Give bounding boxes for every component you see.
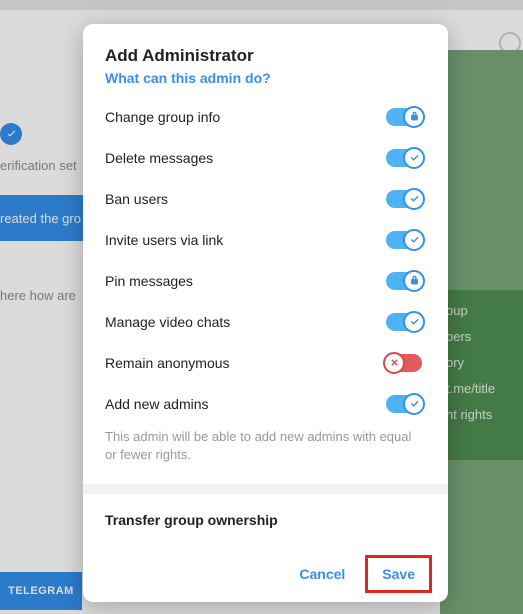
check-icon xyxy=(403,188,425,210)
permission-note: This admin will be able to add new admin… xyxy=(105,424,444,478)
permission-list: Change group info Delete messages Ban user… xyxy=(83,96,448,546)
permission-row: Change group info xyxy=(105,96,444,137)
save-button[interactable]: Save xyxy=(370,560,427,588)
divider xyxy=(83,484,448,494)
check-icon xyxy=(403,393,425,415)
permission-toggle[interactable] xyxy=(386,108,422,126)
save-highlight: Save xyxy=(365,555,432,593)
permission-toggle[interactable] xyxy=(386,149,422,167)
permission-label: Change group info xyxy=(105,109,220,125)
permission-label: Manage video chats xyxy=(105,314,230,330)
permission-toggle[interactable] xyxy=(386,313,422,331)
lock-icon xyxy=(403,270,425,292)
cancel-button[interactable]: Cancel xyxy=(285,558,359,590)
modal-subtitle[interactable]: What can this admin do? xyxy=(105,70,426,86)
permission-toggle[interactable] xyxy=(386,272,422,290)
permission-label: Ban users xyxy=(105,191,168,207)
check-icon xyxy=(403,229,425,251)
modal-title: Add Administrator xyxy=(105,46,426,66)
permission-row: Delete messages xyxy=(105,137,444,178)
permission-row: Manage video chats xyxy=(105,301,444,342)
check-icon xyxy=(403,147,425,169)
permission-row: Pin messages xyxy=(105,260,444,301)
x-icon xyxy=(383,352,405,374)
permission-label: Add new admins xyxy=(105,396,209,412)
permission-toggle[interactable] xyxy=(386,354,422,372)
permission-row: Remain anonymous xyxy=(105,342,444,383)
transfer-ownership-button[interactable]: Transfer group ownership xyxy=(105,494,444,546)
permission-row: Ban users xyxy=(105,178,444,219)
lock-icon xyxy=(403,106,425,128)
permission-row: Invite users via link xyxy=(105,219,444,260)
permission-label: Remain anonymous xyxy=(105,355,230,371)
permission-toggle[interactable] xyxy=(386,231,422,249)
permission-toggle[interactable] xyxy=(386,190,422,208)
permission-row: Add new admins xyxy=(105,383,444,424)
add-admin-modal: Add Administrator What can this admin do… xyxy=(83,24,448,602)
permission-label: Pin messages xyxy=(105,273,193,289)
permission-toggle[interactable] xyxy=(386,395,422,413)
permission-label: Delete messages xyxy=(105,150,213,166)
permission-label: Invite users via link xyxy=(105,232,223,248)
check-icon xyxy=(403,311,425,333)
